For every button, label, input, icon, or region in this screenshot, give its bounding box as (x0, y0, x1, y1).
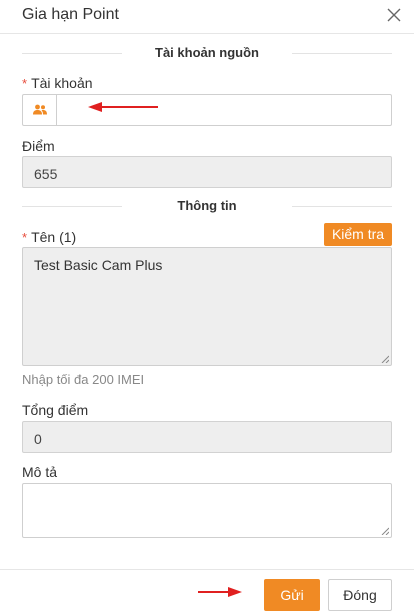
total-points-label: Tổng điểm (22, 402, 89, 418)
annotation-arrow (88, 102, 158, 112)
dialog-footer: Gửi Đóng (0, 569, 414, 614)
name-hint: Nhập tối đa 200 IMEI (22, 372, 145, 387)
account-label: * Tài khoản (22, 75, 93, 91)
name-label: * Tên (1) (22, 229, 77, 245)
total-points-field: 0 (22, 421, 392, 453)
points-value: 655 (34, 166, 58, 182)
total-points-value: 0 (34, 431, 42, 447)
required-marker: * (22, 230, 28, 245)
description-label: Mô tả (22, 464, 58, 480)
points-field: 655 (22, 156, 392, 188)
name-textarea[interactable]: Test Basic Cam Plus (22, 247, 392, 366)
close-icon[interactable] (384, 4, 404, 26)
resize-grip-icon[interactable] (381, 527, 389, 535)
name-value: Test Basic Cam Plus (34, 257, 163, 273)
description-textarea[interactable] (22, 483, 392, 538)
annotation-arrow (198, 587, 242, 597)
resize-grip-icon[interactable] (381, 355, 389, 363)
users-icon[interactable] (23, 95, 57, 125)
check-button[interactable]: Kiểm tra (324, 223, 392, 246)
section-source-account: Tài khoản nguồn (22, 45, 392, 61)
close-button[interactable]: Đóng (328, 579, 392, 611)
points-label: Điểm (22, 138, 55, 154)
dialog-title: Gia hạn Point (22, 6, 119, 23)
dialog-header: Gia hạn Point (0, 0, 414, 34)
account-input[interactable] (22, 94, 392, 126)
send-button[interactable]: Gửi (264, 579, 320, 611)
required-marker: * (22, 76, 28, 91)
renew-point-dialog: Gia hạn Point Tài khoản nguồn * Tài khoản… (0, 0, 414, 614)
section-info: Thông tin (22, 198, 392, 214)
